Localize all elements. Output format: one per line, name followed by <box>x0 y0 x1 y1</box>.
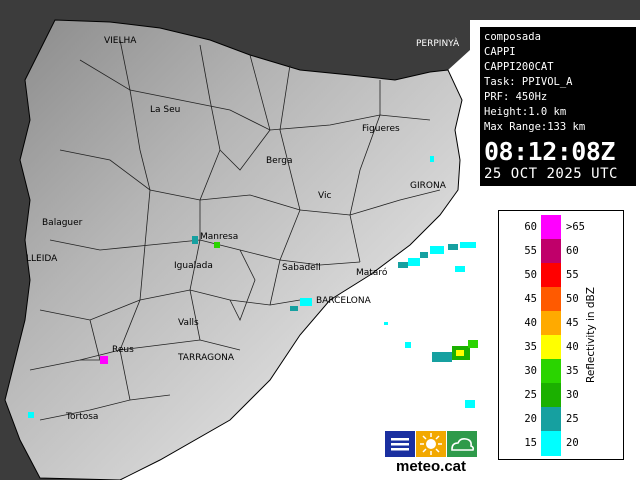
legend-color-swatch <box>541 383 561 408</box>
place-label: Tortosa <box>65 412 98 422</box>
legend-color-swatch <box>541 239 561 264</box>
place-label: VIELHA <box>104 36 137 46</box>
legend-lower-value: 60 <box>524 221 537 233</box>
place-label: TARRAGONA <box>177 353 235 363</box>
place-label: BARCELONA <box>316 296 372 306</box>
legend-color-swatch <box>541 335 561 360</box>
legend-color-swatch <box>541 311 561 336</box>
info-height: Height:1.0 km <box>484 106 567 118</box>
place-label: Igualada <box>174 261 213 271</box>
place-label: PERPINYÀ <box>416 37 460 49</box>
info-product-id: CAPPI200CAT <box>484 61 554 73</box>
legend-upper-value: >65 <box>566 221 585 233</box>
place-label: Berga <box>266 156 292 166</box>
legend-lower-value: 45 <box>524 293 537 305</box>
legend-upper-value: 50 <box>566 293 579 305</box>
legend-lower-value: 35 <box>524 341 537 353</box>
place-label: Manresa <box>200 232 238 242</box>
legend-color-swatch <box>541 287 561 312</box>
place-label: Vic <box>318 191 331 201</box>
info-type: CAPPI <box>484 46 516 58</box>
legend-upper-value: 25 <box>566 413 579 425</box>
legend-color-swatch <box>541 215 561 240</box>
legend-upper-value: 30 <box>566 389 579 401</box>
info-date: 25 OCT 2025 UTC <box>484 166 618 182</box>
meteocat-logo: meteo.cat <box>385 431 477 477</box>
legend-color-swatch <box>541 263 561 288</box>
legend-upper-value: 35 <box>566 365 579 377</box>
logo-text: meteo.cat <box>395 458 467 475</box>
place-label: La Seu <box>150 105 180 115</box>
cloud-icon <box>447 431 477 457</box>
legend-lower-value: 15 <box>524 437 537 449</box>
place-label: Valls <box>178 318 199 328</box>
info-product: composada <box>484 31 541 43</box>
place-label: Sabadell <box>282 263 321 273</box>
legend-color-swatch <box>541 407 561 432</box>
legend-lower-value: 20 <box>524 413 537 425</box>
place-label: Reus <box>112 345 134 355</box>
radar-info-panel: composada CAPPI CAPPI200CAT Task: PPIVOL… <box>479 26 637 187</box>
info-max-range: Max Range:133 km <box>484 121 586 133</box>
legend-lower-value: 30 <box>524 365 537 377</box>
legend-lower-value: 25 <box>524 389 537 401</box>
legend-upper-value: 45 <box>566 317 579 329</box>
legend-color-swatch <box>541 359 561 384</box>
reflectivity-legend: 60 >65 55 60 50 55 45 50 40 45 35 40 30 35 25 30 20 25 15 2… <box>498 210 624 460</box>
legend-upper-value: 20 <box>566 437 579 449</box>
info-task: Task: PPIVOL_A <box>484 76 573 88</box>
legend-upper-value: 40 <box>566 341 579 353</box>
place-label: GIRONA <box>410 181 447 191</box>
legend-lower-value: 55 <box>524 245 537 257</box>
place-label: Balaguer <box>42 218 83 228</box>
legend-lower-value: 50 <box>524 269 537 281</box>
info-prf: PRF: 450Hz <box>484 91 548 103</box>
place-label: LLEIDA <box>26 254 58 264</box>
place-label: Figueres <box>362 124 400 134</box>
legend-upper-value: 60 <box>566 245 579 257</box>
legend-title: Reflectivity in dBZ <box>585 287 597 383</box>
logo-icons <box>385 431 477 457</box>
info-time: 08:12:08Z <box>484 137 615 166</box>
legend-upper-value: 55 <box>566 269 579 281</box>
place-label: Mataró <box>356 267 388 278</box>
legend-lower-value: 40 <box>524 317 537 329</box>
legend-color-swatch <box>541 431 561 456</box>
